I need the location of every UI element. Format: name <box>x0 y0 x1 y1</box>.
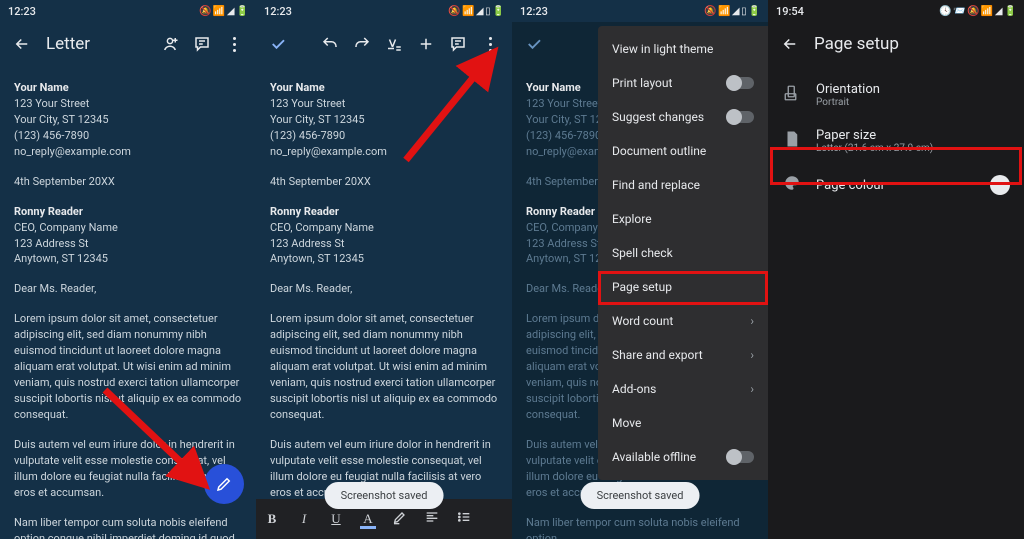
screen-1-docs-view: 12:23 🔕 📶 ◢ 🔋 Letter Your Name 123 Your … <box>0 0 256 539</box>
insert-icon[interactable] <box>410 28 442 60</box>
orientation-icon <box>782 84 802 106</box>
menu-explore[interactable]: Explore <box>598 202 768 236</box>
bullet-list-button[interactable] <box>450 509 478 529</box>
italic-button[interactable]: I <box>290 511 318 527</box>
palette-icon <box>782 174 802 196</box>
menu-move[interactable]: Move <box>598 406 768 440</box>
more-icon[interactable] <box>218 28 250 60</box>
menu-available-offline[interactable]: Available offline <box>598 440 768 474</box>
status-icons: 🔕 📶 ◢ 🔋 <box>199 6 248 17</box>
back-icon[interactable] <box>774 28 806 60</box>
text-color-button[interactable]: A <box>354 511 382 527</box>
menu-suggest-changes[interactable]: Suggest changes <box>598 100 768 134</box>
menu-find-replace[interactable]: Find and replace <box>598 168 768 202</box>
status-icons: 🔕 📶 ◢ ▯ 🔋 <box>448 6 504 17</box>
document-title[interactable]: Letter <box>46 34 154 54</box>
align-button[interactable] <box>418 509 446 529</box>
status-bar: 12:23 🔕 📶 ◢ ▯ 🔋 <box>256 0 512 22</box>
menu-word-count[interactable]: Word count› <box>598 304 768 338</box>
paper-icon <box>782 130 802 152</box>
clock: 12:23 <box>264 5 292 18</box>
toggle-suggest-changes[interactable] <box>728 111 754 123</box>
back-icon[interactable] <box>6 28 38 60</box>
edit-fab[interactable] <box>204 464 244 504</box>
screen-2-docs-edit: 12:23 🔕 📶 ◢ ▯ 🔋 Your Name 123 Your Stree… <box>256 0 512 539</box>
overflow-menu: View in light theme Print layout Suggest… <box>598 26 768 480</box>
status-bar: 19:54 🕓 📨 🔕 📶 ◢ 🔋 <box>768 0 1024 22</box>
toggle-available-offline[interactable] <box>728 451 754 463</box>
app-bar: Letter <box>0 22 256 66</box>
more-icon[interactable] <box>474 28 506 60</box>
menu-add-ons[interactable]: Add-ons› <box>598 372 768 406</box>
chevron-right-icon: › <box>750 348 754 362</box>
page-colour-swatch[interactable] <box>990 175 1010 195</box>
screen-4-page-setup: 19:54 🕓 📨 🔕 📶 ◢ 🔋 Page setup Orientation… <box>768 0 1024 539</box>
menu-page-setup[interactable]: Page setup <box>598 270 768 304</box>
clock: 12:23 <box>8 5 36 18</box>
row-orientation[interactable]: Orientation Portrait <box>768 72 1024 118</box>
app-bar: Page setup <box>768 22 1024 66</box>
row-page-colour[interactable]: Page colour <box>768 164 1024 206</box>
status-icons: 🕓 📨 🔕 📶 ◢ 🔋 <box>939 6 1016 17</box>
comment-icon[interactable] <box>186 28 218 60</box>
highlight-button[interactable] <box>386 509 414 529</box>
app-bar <box>256 22 512 66</box>
row-paper-size[interactable]: Paper size Letter (21.6 cm x 27.9 cm) <box>768 118 1024 164</box>
format-text-icon[interactable] <box>378 28 410 60</box>
toggle-print-layout[interactable] <box>728 77 754 89</box>
undo-icon[interactable] <box>314 28 346 60</box>
chevron-right-icon: › <box>750 314 754 328</box>
screen-3-overflow-menu: 12:23 🔕 📶 ◢ ▯ 🔋 Your Name 123 Your Stree… <box>512 0 768 539</box>
chevron-right-icon: › <box>750 382 754 396</box>
menu-spell-check[interactable]: Spell check <box>598 236 768 270</box>
page-setup-list: Orientation Portrait Paper size Letter (… <box>768 66 1024 206</box>
redo-icon[interactable] <box>346 28 378 60</box>
status-bar: 12:23 🔕 📶 ◢ 🔋 <box>0 0 256 22</box>
document-body[interactable]: Your Name 123 Your Street Your City, ST … <box>256 66 512 539</box>
menu-document-outline[interactable]: Document outline <box>598 134 768 168</box>
recipient-name: Ronny Reader <box>14 204 242 220</box>
menu-print-layout[interactable]: Print layout <box>598 66 768 100</box>
comment-icon[interactable] <box>442 28 474 60</box>
underline-button[interactable]: U <box>322 511 350 527</box>
done-icon[interactable] <box>518 28 550 60</box>
bold-button[interactable]: B <box>258 511 286 527</box>
add-person-icon[interactable] <box>154 28 186 60</box>
menu-view-light-theme[interactable]: View in light theme <box>598 32 768 66</box>
status-bar: 12:23 🔕 📶 ◢ ▯ 🔋 <box>512 0 768 22</box>
clock: 12:23 <box>520 5 548 18</box>
done-icon[interactable] <box>262 28 294 60</box>
toast-screenshot-saved: Screenshot saved <box>325 482 444 509</box>
toast-screenshot-saved: Screenshot saved <box>581 482 700 509</box>
page-title: Page setup <box>814 34 1018 54</box>
clock: 19:54 <box>776 5 804 18</box>
status-icons: 🔕 📶 ◢ ▯ 🔋 <box>704 6 760 17</box>
sender-name: Your Name <box>14 80 242 96</box>
menu-share-export[interactable]: Share and export› <box>598 338 768 372</box>
